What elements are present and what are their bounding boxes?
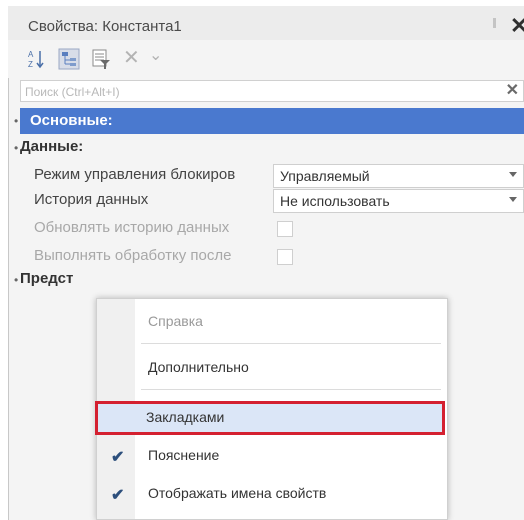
menu-item-label: Дополнительно [148,359,249,375]
property-value-text: Управляемый [280,168,370,184]
delete-icon[interactable]: ✕ [123,47,143,69]
property-label-data-history: История данных [34,191,149,208]
menu-item-help[interactable]: Справка [97,305,447,339]
group-main[interactable]: Основные: [20,108,524,134]
search-box: ✕ [20,80,524,102]
group-expand-marker[interactable]: • [14,114,18,128]
menu-item-description[interactable]: ✔ Пояснение [97,439,447,473]
group-expand-marker[interactable]: • [14,273,18,287]
toolbar: A Z ✕ ⌄ [8,40,524,78]
property-value-lock-mode[interactable]: Управляемый [273,164,524,188]
sort-alphabetical-icon[interactable]: A Z [26,48,48,70]
clear-search-icon[interactable]: ✕ [506,81,519,101]
menu-item-advanced[interactable]: Дополнительно [97,351,447,385]
property-value-data-history[interactable]: Не использовать [273,189,524,213]
property-label-run-processing: Выполнять обработку после [34,247,232,264]
title-bar: Свойства: Константа1 ✕ [8,6,524,40]
property-value-text: Не использовать [280,193,390,209]
checkmark-icon: ✔ [111,449,125,466]
menu-item-label: Справка [148,313,203,329]
menu-item-show-property-names[interactable]: ✔ Отображать имена свойств [97,477,447,511]
group-presentation-label[interactable]: Предст [20,270,73,287]
dropdown-arrow-icon[interactable] [509,197,517,202]
menu-separator [141,343,441,344]
menu-item-label: Пояснение [148,447,220,463]
pin-icon[interactable] [493,18,496,28]
menu-item-label: Закладками [146,409,225,425]
group-expand-marker[interactable]: • [14,141,18,155]
property-label-lock-mode: Режим управления блокиров [34,166,236,183]
svg-text:A: A [28,50,34,59]
svg-text:Z: Z [28,60,33,69]
close-icon[interactable]: ✕ [510,12,524,40]
window-title: Свойства: Константа1 [28,18,182,35]
search-input[interactable] [23,82,497,102]
property-label-update-history: Обновлять историю данных [34,219,230,236]
run-processing-checkbox[interactable] [277,249,293,265]
menu-item-label: Отображать имена свойств [148,485,327,501]
group-main-label: Основные: [30,112,113,129]
context-menu: Справка Дополнительно Закладками ✔ Поясн… [95,298,448,520]
checkmark-icon: ✔ [111,487,125,504]
dropdown-arrow-icon[interactable] [509,172,517,177]
group-data-label[interactable]: Данные: [20,138,83,155]
menu-item-tabs[interactable]: Закладками [95,401,445,435]
chevron-down-icon[interactable]: ⌄ [149,45,169,67]
category-view-icon[interactable] [58,48,80,70]
update-history-checkbox[interactable] [277,221,293,237]
menu-separator [141,389,441,390]
filter-icon[interactable] [90,48,112,70]
